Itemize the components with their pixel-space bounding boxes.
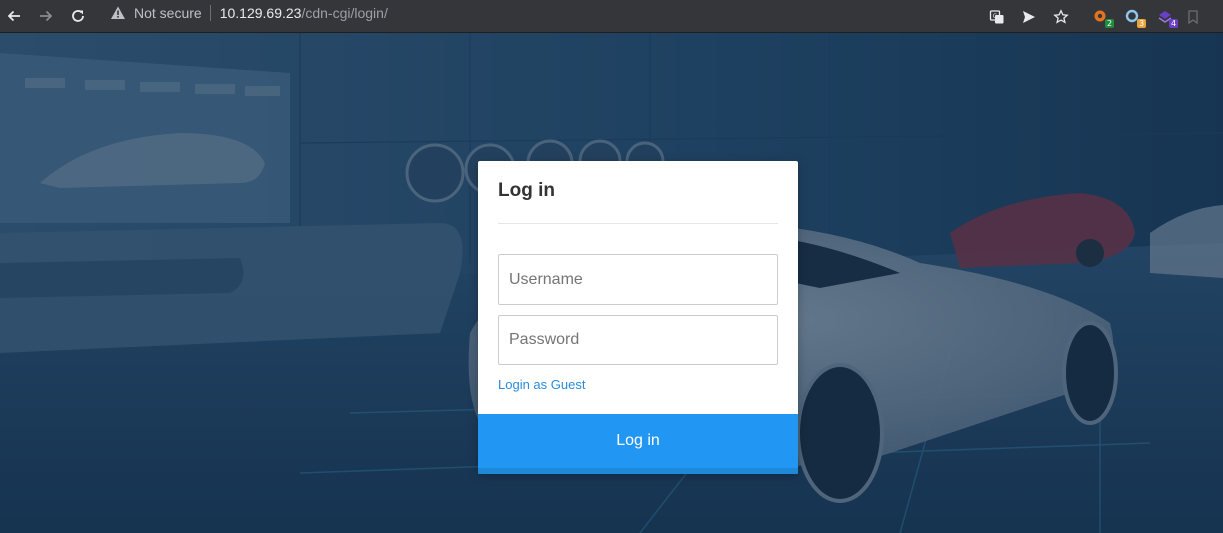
extension-1-badge: 2 <box>1105 19 1114 28</box>
omnibox-divider <box>209 5 211 21</box>
send-icon <box>1023 10 1035 23</box>
browser-toolbar: Not secure 10.129.69.23/cdn-cgi/login/ G <box>0 0 1223 33</box>
reload-button[interactable] <box>62 0 94 33</box>
bookmark-icon <box>1188 9 1198 24</box>
extension-3-badge: 4 <box>1169 19 1178 28</box>
extension-2-badge: 3 <box>1137 19 1146 28</box>
translate-button[interactable]: G <box>981 0 1013 33</box>
reload-icon <box>72 10 84 22</box>
extension-1-button[interactable]: 2 <box>1085 0 1117 33</box>
title-divider <box>498 223 778 224</box>
login-card: Log in Login as Guest Log in <box>478 161 798 474</box>
address-bar[interactable]: Not secure 10.129.69.23/cdn-cgi/login/ <box>100 0 1080 26</box>
url-host: 10.129.69.23 <box>219 5 302 21</box>
translate-icon: G <box>989 9 1004 23</box>
login-button[interactable]: Log in <box>478 414 798 474</box>
login-as-guest-link[interactable]: Login as Guest <box>498 377 585 392</box>
username-input[interactable] <box>498 254 778 305</box>
svg-text:G: G <box>993 13 998 20</box>
login-title: Log in <box>498 180 555 201</box>
password-input[interactable] <box>498 315 778 365</box>
login-page: Log in Login as Guest Log in <box>0 33 1223 533</box>
security-status[interactable]: Not secure <box>134 5 202 21</box>
star-icon <box>1053 8 1069 24</box>
extension-3-button[interactable]: 4 <box>1149 0 1181 33</box>
warning-icon[interactable] <box>110 5 126 21</box>
extension-2-button[interactable]: 3 <box>1117 0 1149 33</box>
back-button[interactable] <box>0 0 30 33</box>
url-path: /cdn-cgi/login/ <box>301 5 388 21</box>
bookmark-star-button[interactable] <box>1045 0 1077 33</box>
forward-button[interactable] <box>30 0 62 33</box>
arrow-left-icon <box>7 10 20 22</box>
send-button[interactable] <box>1013 0 1045 33</box>
bookmark-button[interactable] <box>1181 0 1205 33</box>
arrow-right-icon <box>40 10 53 22</box>
